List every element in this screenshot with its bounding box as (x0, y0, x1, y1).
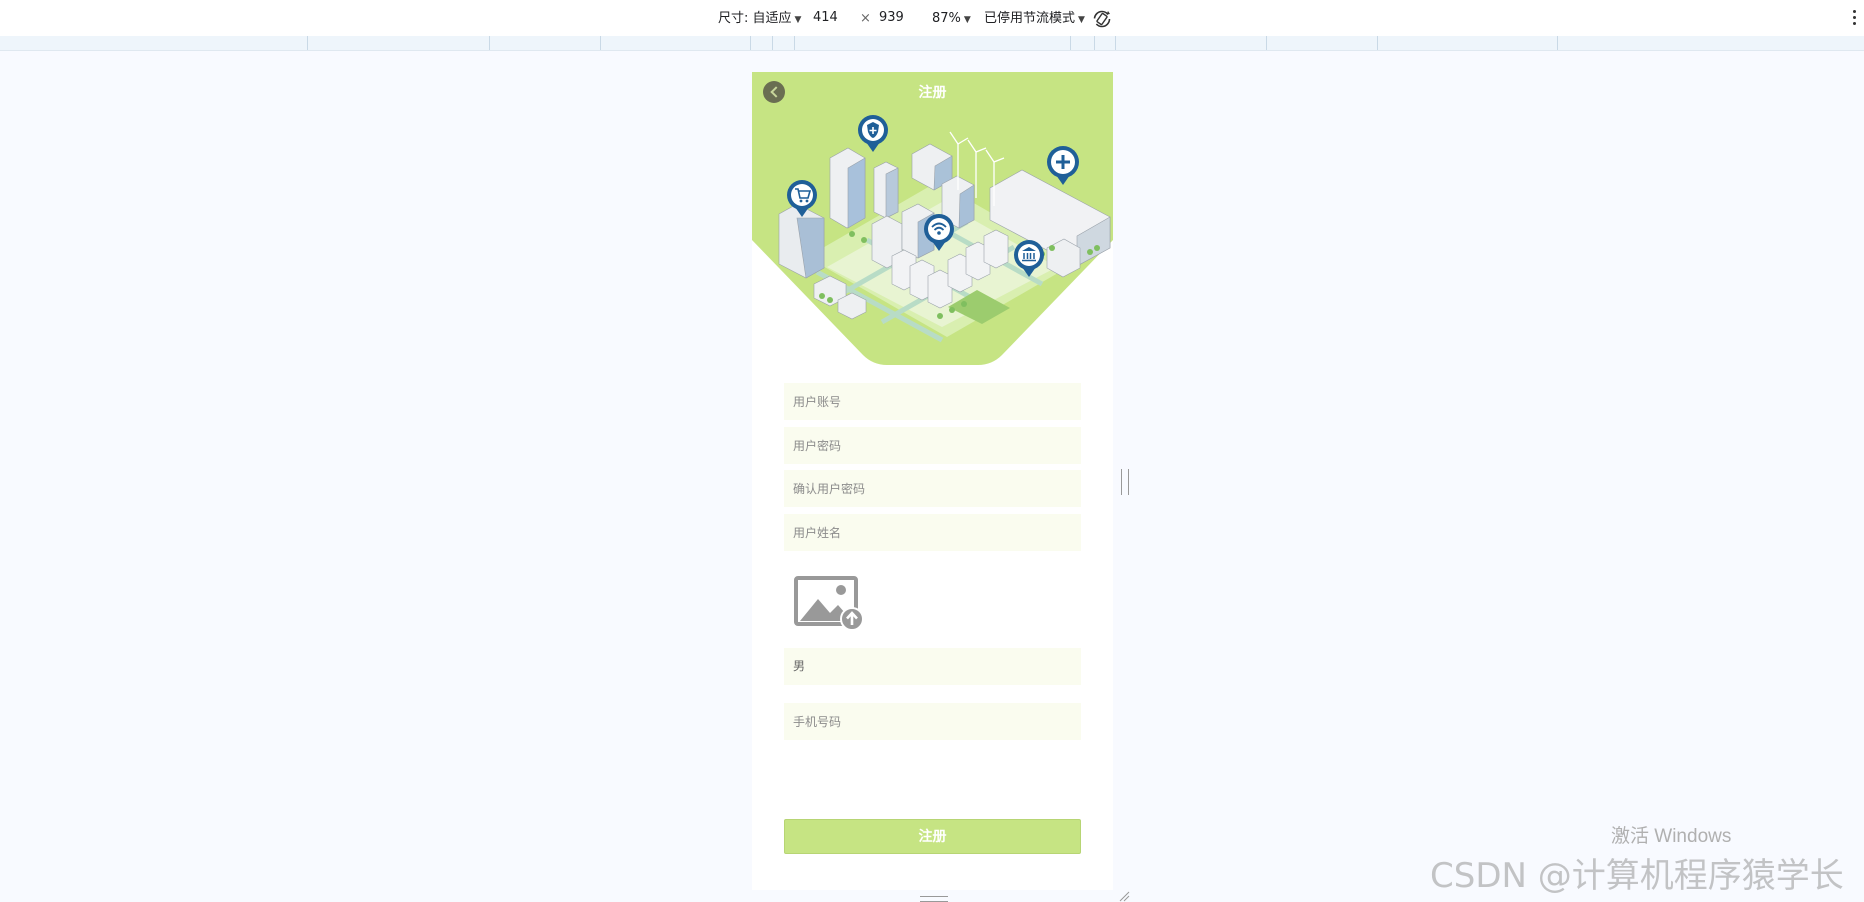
zoom-dropdown[interactable]: 87% ▼ (932, 10, 971, 28)
viewport-height-resize-handle[interactable] (920, 896, 948, 902)
phone-viewport: 注册 男 注册 (752, 72, 1113, 890)
gender-select[interactable]: 男 (784, 648, 1081, 685)
register-button[interactable]: 注册 (784, 819, 1081, 854)
more-vertical-icon[interactable] (1853, 10, 1857, 28)
media-query-ruler (0, 36, 1864, 51)
name-input[interactable] (784, 514, 1081, 551)
height-input[interactable] (879, 9, 913, 27)
browser-devtools-window: 尺寸: 自适应▼ × 87%▼ 已停用节流模式▼ (0, 0, 1864, 902)
caret-down-icon: ▼ (1078, 15, 1085, 25)
width-input[interactable] (813, 9, 847, 27)
caret-down-icon: ▼ (963, 15, 971, 25)
rotate-icon[interactable] (1091, 8, 1113, 30)
password-input[interactable] (784, 427, 1081, 464)
device-toolbar: 尺寸: 自适应▼ × 87%▼ 已停用节流模式▼ (0, 0, 1864, 37)
phone-input[interactable] (784, 703, 1081, 740)
csdn-watermark: CSDN @计算机程序猿学长 (1430, 856, 1844, 896)
account-input[interactable] (784, 383, 1081, 420)
zoom-label: 87% (932, 11, 961, 26)
caret-down-icon: ▼ (794, 15, 802, 25)
image-upload-icon[interactable] (794, 575, 864, 631)
times-symbol: × (860, 11, 871, 26)
windows-activation-notice: 激活 Windows (1611, 826, 1732, 847)
dimensions-label: 尺寸: 自适应 (718, 11, 792, 26)
throttle-label: 已停用节流模式 (984, 11, 1076, 26)
page-title: 注册 (918, 85, 947, 101)
viewport-corner-resize-handle[interactable] (1118, 890, 1130, 902)
throttle-dropdown[interactable]: 已停用节流模式 ▼ (984, 10, 1085, 28)
viewport-width-resize-handle[interactable] (1121, 469, 1129, 495)
smart-city-illustration (752, 72, 1113, 365)
confirm-password-input[interactable] (784, 470, 1081, 507)
dimensions-dropdown[interactable]: 尺寸: 自适应 ▼ (718, 10, 801, 28)
